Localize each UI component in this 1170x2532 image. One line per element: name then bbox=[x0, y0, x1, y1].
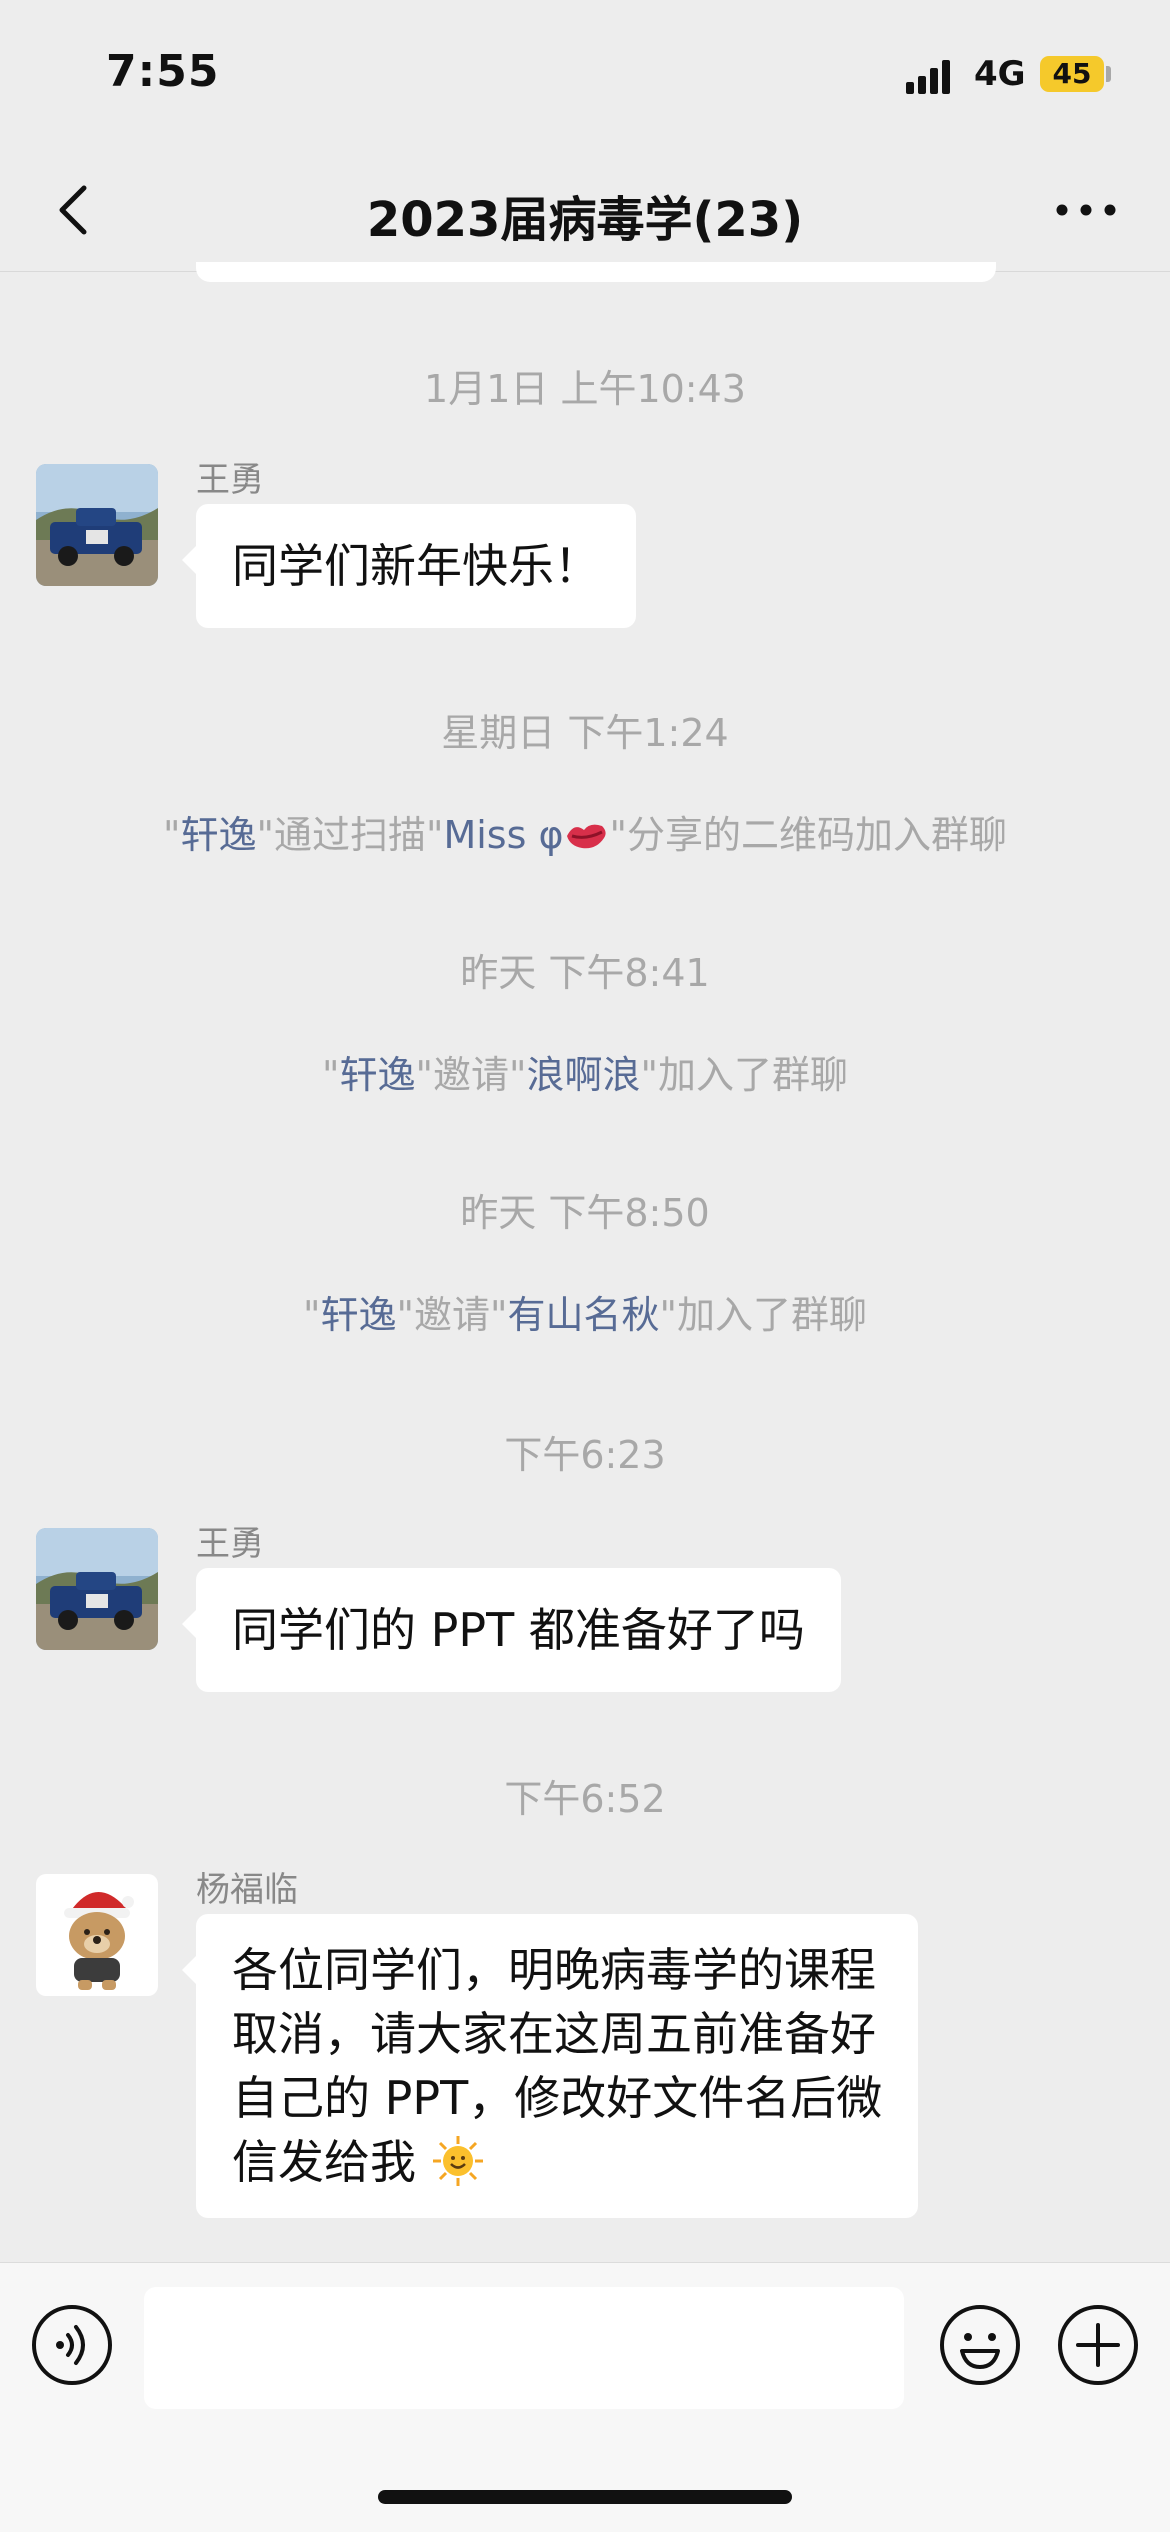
member-name-link[interactable]: 轩逸 bbox=[180, 813, 256, 857]
timestamp: 昨天 下午8:50 bbox=[460, 1191, 710, 1235]
battery-icon: 45 bbox=[1040, 56, 1104, 92]
message-text-line: 各位同学们，明晚病毒学的课程 bbox=[232, 1943, 876, 1997]
timestamp: 下午6:52 bbox=[504, 1777, 666, 1821]
sender-name: 王勇 bbox=[196, 1524, 264, 1564]
system-text: "邀请" bbox=[415, 1053, 527, 1097]
ellipsis-icon[interactable] bbox=[1050, 180, 1122, 240]
member-name-link[interactable]: 浪啊浪 bbox=[526, 1053, 640, 1097]
avatar-wang-yong[interactable] bbox=[36, 1528, 158, 1650]
member-name-link[interactable]: 轩逸 bbox=[321, 1293, 397, 1337]
avatar-wang-yong[interactable] bbox=[36, 464, 158, 586]
network-type: 4G bbox=[974, 54, 1026, 94]
system-message-invite: "轩逸"邀请"有山名秋"加入了群聊 bbox=[0, 1284, 1170, 1339]
member-name-link[interactable]: 轩逸 bbox=[340, 1053, 416, 1097]
system-text: "加入了群聊 bbox=[659, 1293, 867, 1337]
status-bar: 7:55 4G 45 bbox=[0, 0, 1170, 150]
system-text: "通过扫描" bbox=[256, 813, 444, 857]
message-text: 同学们的 PPT 都准备好了吗 bbox=[232, 1603, 805, 1657]
system-text: "分享的二维码加入群聊 bbox=[609, 813, 1008, 857]
message-input[interactable] bbox=[144, 2287, 904, 2409]
sun-face-icon bbox=[432, 2136, 483, 2186]
quote: " bbox=[162, 813, 181, 857]
quote: " bbox=[303, 1293, 321, 1337]
kiss-mark-icon bbox=[566, 824, 606, 849]
truck-avatar-image bbox=[36, 1528, 158, 1650]
message-text-line: 信发给我 bbox=[232, 2135, 416, 2189]
status-time: 7:55 bbox=[106, 46, 220, 97]
system-message-join-qr: "轩逸"通过扫描"Miss φ "分享的二维码加入群聊 bbox=[0, 804, 1170, 859]
plus-icon[interactable] bbox=[1056, 2303, 1140, 2387]
chat-header: 2023届病毒学(23) bbox=[0, 150, 1170, 272]
message-bubble[interactable]: 各位同学们，明晚病毒学的课程 取消，请大家在这周五前准备好 自己的 PPT，修改… bbox=[181, 1914, 919, 2218]
member-name-link[interactable]: Miss φ bbox=[443, 813, 563, 857]
previous-message-bubble bbox=[196, 262, 996, 282]
smiley-icon[interactable] bbox=[938, 2303, 1022, 2387]
battery-cap bbox=[1106, 66, 1111, 82]
timestamp: 下午6:23 bbox=[504, 1433, 666, 1477]
cellular-signal-icon bbox=[906, 58, 958, 94]
message-text: 同学们新年快乐！ bbox=[232, 539, 600, 593]
bear-avatar-image bbox=[36, 1874, 158, 1996]
battery-level: 45 bbox=[1052, 57, 1092, 90]
quote: " bbox=[322, 1053, 340, 1097]
system-text: "加入了群聊 bbox=[640, 1053, 848, 1097]
truck-avatar-image bbox=[36, 464, 158, 586]
message-text-line: 自己的 PPT，修改好文件名后微 bbox=[232, 2071, 883, 2125]
voice-icon[interactable] bbox=[30, 2303, 114, 2387]
avatar-yang-fulin[interactable] bbox=[36, 1874, 158, 1996]
home-indicator[interactable] bbox=[378, 2490, 792, 2504]
sender-name: 杨福临 bbox=[196, 1870, 298, 1910]
chat-title: 2023届病毒学(23) bbox=[366, 192, 804, 248]
member-name-link[interactable]: 有山名秋 bbox=[507, 1293, 659, 1337]
timestamp: 昨天 下午8:41 bbox=[460, 951, 710, 995]
system-text: "邀请" bbox=[396, 1293, 508, 1337]
message-bubble[interactable]: 同学们的 PPT 都准备好了吗 bbox=[182, 1568, 841, 1692]
timestamp: 星期日 下午1:24 bbox=[441, 711, 729, 755]
message-text-line: 取消，请大家在这周五前准备好 bbox=[232, 2007, 876, 2061]
sender-name: 王勇 bbox=[196, 460, 264, 500]
message-bubble[interactable]: 同学们新年快乐！ bbox=[182, 504, 636, 628]
system-message-invite: "轩逸"邀请"浪啊浪"加入了群聊 bbox=[0, 1044, 1170, 1099]
timestamp: 1月1日 上午10:43 bbox=[424, 367, 746, 411]
